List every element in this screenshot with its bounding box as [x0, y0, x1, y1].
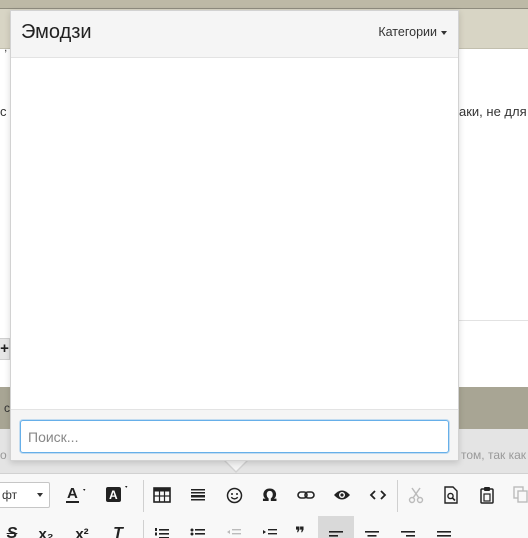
align-justify-icon — [437, 531, 451, 537]
find-button[interactable] — [435, 479, 467, 511]
emoji-search-input[interactable] — [20, 420, 449, 453]
numbered-list-icon — [155, 528, 169, 538]
align-left-icon — [329, 531, 343, 537]
special-char-button[interactable]: Ω — [254, 479, 286, 511]
align-center-icon — [365, 531, 379, 537]
subscript-button[interactable]: x₂ — [30, 518, 62, 538]
svg-text:Ω: Ω — [263, 486, 277, 504]
clear-format-button[interactable]: T — [102, 518, 134, 538]
horizontal-line-icon — [191, 489, 205, 501]
copy-button[interactable] — [505, 479, 528, 511]
indent-icon — [263, 529, 277, 535]
emoji-popup-title: Эмодзи — [21, 21, 92, 43]
paste-button[interactable] — [471, 479, 503, 511]
strikethrough-icon: S — [6, 525, 18, 538]
content-text-fragment-left: с — [0, 104, 7, 119]
clipboard-icon — [480, 487, 494, 504]
categories-dropdown-label: Категории — [378, 25, 437, 39]
code-icon — [369, 490, 387, 500]
outdent-icon — [227, 529, 241, 535]
emoji-grid — [11, 58, 458, 409]
indent-button[interactable] — [254, 518, 286, 538]
page-top-bar — [0, 0, 528, 9]
scissors-icon — [408, 487, 424, 504]
clear-format-icon: T — [113, 525, 123, 538]
align-right-button[interactable] — [392, 518, 424, 538]
eye-icon — [334, 490, 350, 500]
link-button[interactable] — [290, 479, 322, 511]
smiley-icon — [226, 487, 242, 503]
content-divider — [459, 320, 528, 321]
align-left-button[interactable] — [318, 516, 354, 538]
emoji-button[interactable] — [218, 479, 250, 511]
svg-text:A: A — [67, 485, 78, 502]
superscript-icon: x² — [75, 525, 89, 538]
align-justify-button[interactable] — [428, 518, 460, 538]
cut-button[interactable] — [400, 479, 432, 511]
align-right-icon — [401, 531, 415, 537]
find-document-icon — [444, 486, 458, 504]
omega-icon: Ω — [263, 486, 277, 504]
superscript-button[interactable]: x² — [66, 518, 98, 538]
font-select-value: фт — [2, 488, 18, 502]
hint-text-fragment-right: том, так как — [461, 448, 527, 462]
categories-dropdown[interactable]: Категории — [378, 25, 447, 39]
preview-button[interactable] — [326, 479, 358, 511]
chevron-down-icon — [441, 30, 447, 35]
text-color-icon: A — [66, 485, 86, 503]
source-code-button[interactable] — [362, 479, 394, 511]
strikethrough-button[interactable]: S — [0, 518, 28, 538]
bullet-list-icon — [190, 528, 205, 536]
expand-button[interactable]: + — [0, 338, 10, 360]
hint-text-fragment-left: о — [0, 448, 7, 462]
subscript-icon: x₂ — [38, 525, 54, 538]
quote-icon: ❞ — [295, 524, 305, 538]
svg-text:A: A — [109, 488, 118, 502]
chevron-down-icon — [37, 493, 43, 497]
font-select[interactable]: фт — [0, 482, 50, 508]
link-icon — [297, 491, 315, 499]
editor-toolbar: фт A A Ω S x₂ x² T ❞ — [0, 473, 528, 538]
emoji-popup: Эмодзи Категории — [10, 10, 459, 461]
table-button[interactable] — [146, 479, 178, 511]
background-color-icon: A — [106, 486, 128, 502]
table-icon — [153, 487, 171, 503]
copy-icon — [513, 486, 528, 503]
page-header-fragment: , — [4, 40, 8, 54]
emoji-popup-footer — [11, 409, 458, 460]
bullet-list-button[interactable] — [182, 518, 214, 538]
emoji-popup-header: Эмодзи Категории — [11, 11, 458, 58]
align-center-button[interactable] — [356, 518, 388, 538]
background-color-button[interactable]: A — [101, 479, 133, 511]
horizontal-line-button[interactable] — [182, 479, 214, 511]
numbered-list-button[interactable] — [146, 518, 178, 538]
content-text-fragment-right: аки, не для — [459, 104, 527, 119]
text-color-button[interactable]: A — [60, 479, 92, 511]
blockquote-button[interactable]: ❞ — [284, 518, 316, 538]
outdent-button[interactable] — [218, 518, 250, 538]
